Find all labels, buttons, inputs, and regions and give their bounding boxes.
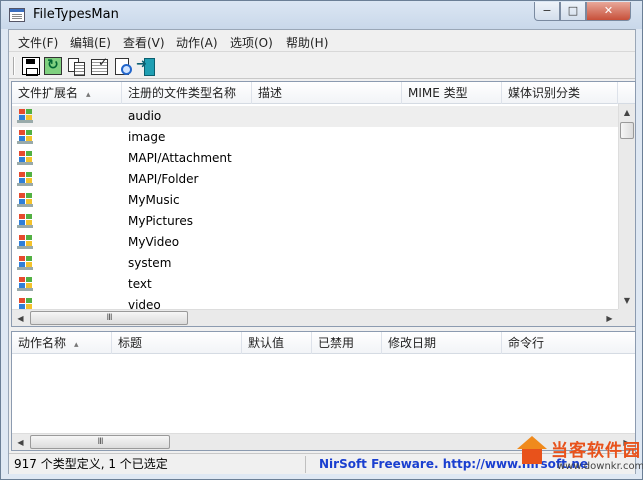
table-row[interactable]: MAPI/Folder xyxy=(12,169,618,190)
table-row[interactable]: MAPI/Attachment xyxy=(12,148,618,169)
scroll-corner xyxy=(618,309,635,326)
toolbar xyxy=(9,53,635,79)
column-header-modified-date[interactable]: 修改日期 xyxy=(382,332,502,354)
properties-icon[interactable] xyxy=(90,55,108,75)
file-types-list[interactable]: 文件扩展名 ▴ 注册的文件类型名称 描述 MIME 类型 媒体识别分类 audio… xyxy=(11,81,636,327)
find-icon[interactable] xyxy=(114,57,132,75)
window-title: FileTypesMan xyxy=(33,7,119,22)
file-type-icon xyxy=(17,130,33,144)
column-header-type-name[interactable]: 注册的文件类型名称 xyxy=(122,82,252,104)
column-header-disabled[interactable]: 已禁用 xyxy=(312,332,382,354)
row-type-name: MyPictures xyxy=(128,214,193,228)
column-header-action-name[interactable]: 动作名称 ▴ xyxy=(12,332,112,354)
scroll-up-icon[interactable]: ▲ xyxy=(619,104,635,121)
column-header-extension[interactable]: 文件扩展名 ▴ xyxy=(12,82,122,104)
menu-help[interactable]: 帮助(H) xyxy=(286,34,328,51)
vertical-scroll-thumb[interactable] xyxy=(620,122,634,139)
vertical-scrollbar[interactable]: ▲ ▼ xyxy=(618,104,635,309)
client-area: 文件(F) 编辑(E) 查看(V) 动作(A) 选项(O) 帮助(H) 文件扩展… xyxy=(8,29,636,474)
row-type-name: MAPI/Folder xyxy=(128,172,199,186)
watermark-logo: 当客软件园 www.downkr.com xyxy=(513,434,643,480)
row-type-name: audio xyxy=(128,109,162,123)
sort-arrow-icon: ▴ xyxy=(74,340,79,350)
maximize-button[interactable]: □ xyxy=(560,2,586,21)
toolbar-separator xyxy=(13,57,15,75)
watermark-url: www.downkr.com xyxy=(557,461,643,472)
list-header: 文件扩展名 ▴ 注册的文件类型名称 描述 MIME 类型 媒体识别分类 xyxy=(12,82,635,104)
app-icon xyxy=(9,8,25,22)
sort-arrow-icon: ▴ xyxy=(86,90,91,100)
menu-bar: 文件(F) 编辑(E) 查看(V) 动作(A) 选项(O) 帮助(H) xyxy=(9,30,635,52)
house-logo-icon xyxy=(517,436,547,466)
row-type-name: text xyxy=(128,277,152,291)
title-bar[interactable]: FileTypesMan − □ ✕ xyxy=(1,1,642,29)
column-header-label: 动作名称 xyxy=(18,336,67,350)
row-type-name: MyVideo xyxy=(128,235,180,249)
table-row[interactable]: text xyxy=(12,274,618,295)
table-row[interactable]: MyVideo xyxy=(12,232,618,253)
copy-icon[interactable] xyxy=(67,57,85,76)
column-header-description[interactable]: 描述 xyxy=(252,82,402,104)
table-row[interactable]: audio xyxy=(12,106,618,127)
column-header-caption[interactable]: 标题 xyxy=(112,332,242,354)
scroll-left-icon[interactable]: ◀ xyxy=(12,310,29,326)
row-type-name: system xyxy=(128,256,172,270)
scroll-down-icon[interactable]: ▼ xyxy=(619,292,635,309)
row-type-name: MyMusic xyxy=(128,193,180,207)
column-header-command-line[interactable]: 命令行 xyxy=(502,332,635,354)
row-type-name: image xyxy=(128,130,166,144)
menu-edit[interactable]: 编辑(E) xyxy=(70,34,111,51)
table-row[interactable]: MyPictures xyxy=(12,211,618,232)
menu-action[interactable]: 动作(A) xyxy=(176,34,218,51)
scroll-right-icon[interactable]: ▶ xyxy=(601,310,618,326)
horizontal-scroll-thumb[interactable]: III xyxy=(30,435,170,449)
close-button[interactable]: ✕ xyxy=(586,2,631,21)
scroll-left-icon[interactable]: ◀ xyxy=(12,434,29,450)
file-type-icon xyxy=(17,193,33,207)
app-window: FileTypesMan − □ ✕ 文件(F) 编辑(E) 查看(V) 动作(… xyxy=(0,0,643,480)
actions-list[interactable]: 动作名称 ▴ 标题 默认值 已禁用 修改日期 命令行 ◀ III ▶ xyxy=(11,331,636,451)
file-type-icon xyxy=(17,256,33,270)
horizontal-scroll-thumb[interactable]: III xyxy=(30,311,188,325)
column-header-label: 文件扩展名 xyxy=(18,86,79,100)
row-type-name: MAPI/Attachment xyxy=(128,151,232,165)
save-icon[interactable] xyxy=(22,57,40,76)
menu-file[interactable]: 文件(F) xyxy=(18,34,58,51)
file-type-icon xyxy=(17,214,33,228)
file-type-icon xyxy=(17,235,33,249)
file-type-icon xyxy=(17,277,33,291)
table-row[interactable]: image xyxy=(12,127,618,148)
menu-options[interactable]: 选项(O) xyxy=(230,34,273,51)
watermark-text: 当客软件园 xyxy=(551,441,641,461)
file-type-icon xyxy=(17,109,33,123)
table-row[interactable]: MyMusic xyxy=(12,190,618,211)
exit-icon[interactable] xyxy=(136,57,155,76)
file-type-icon xyxy=(17,151,33,165)
column-header-default[interactable]: 默认值 xyxy=(242,332,312,354)
minimize-button[interactable]: − xyxy=(534,2,560,21)
column-header-perceived-type[interactable]: 媒体识别分类 xyxy=(502,82,618,104)
refresh-icon[interactable] xyxy=(44,57,62,75)
table-row[interactable]: system xyxy=(12,253,618,274)
actions-header: 动作名称 ▴ 标题 默认值 已禁用 修改日期 命令行 xyxy=(12,332,635,354)
file-type-icon xyxy=(17,172,33,186)
status-count: 917 个类型定义, 1 个已选定 xyxy=(12,456,306,473)
column-header-mime-type[interactable]: MIME 类型 xyxy=(402,82,502,104)
menu-view[interactable]: 查看(V) xyxy=(123,34,165,51)
horizontal-scrollbar[interactable]: ◀ III ▶ xyxy=(12,309,618,326)
